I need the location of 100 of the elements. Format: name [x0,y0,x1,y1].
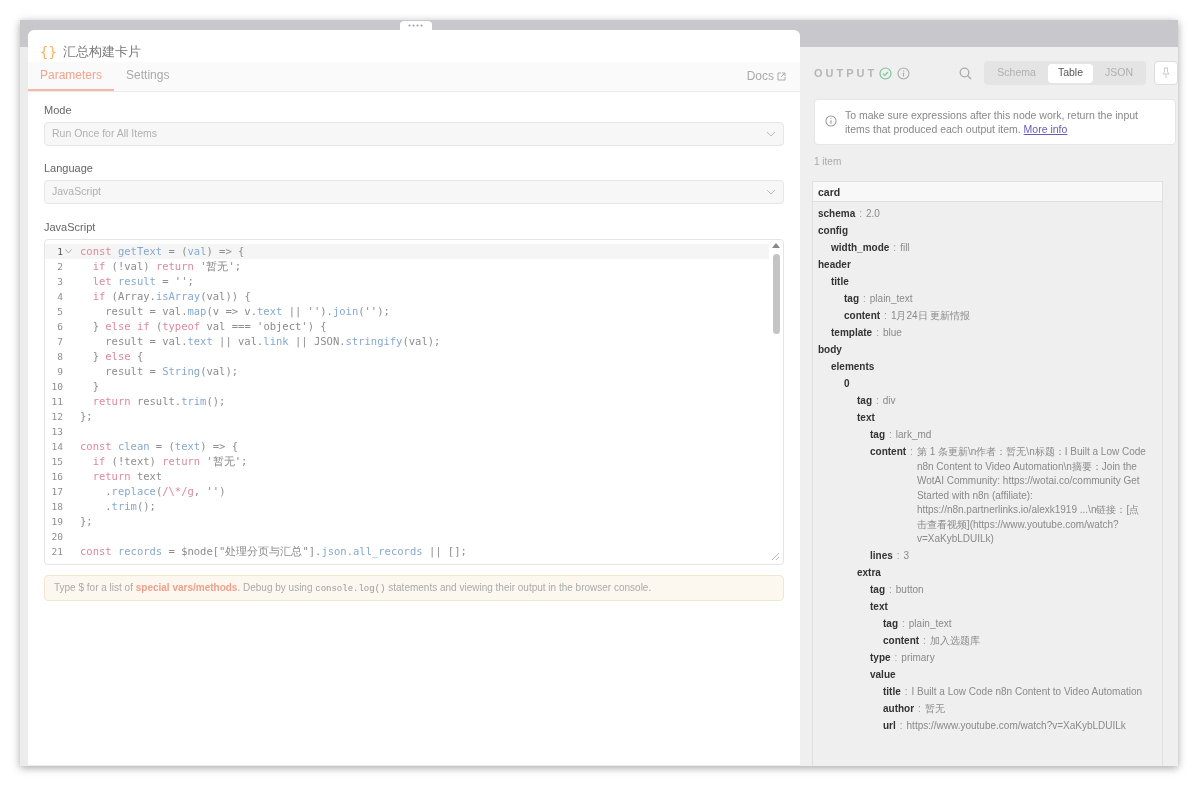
line-number: 14 [51,440,63,454]
drag-handle[interactable] [400,21,432,30]
resize-icon[interactable] [771,552,780,561]
item-count: 1 item [814,155,843,169]
line-number: 18 [51,500,63,514]
tree-value: I Built a Low Code n8n Content to Video Automation [911,685,1144,700]
pin-icon [1162,67,1170,79]
line-number: 21 [51,545,63,559]
code-line: if (!val) return '暂无'; [91,259,242,274]
separator: : [898,719,904,734]
field-label: Mode [44,103,73,118]
code-line: } else { [91,349,144,364]
search-icon[interactable] [959,66,973,80]
scroll-up-icon[interactable] [772,242,780,248]
tree-key: tag [870,428,885,443]
tree-value: 1月24日 更新情报 [890,309,972,324]
code-line: return result.trim(); [91,394,226,409]
code-line: result = val.map(v => v.text || '').join(''); [104,304,390,319]
success-check-icon [879,66,893,80]
line-number: 6 [57,320,63,334]
tree-value: lark_md [895,428,933,443]
separator: : [922,634,927,649]
fold-chevron-icon[interactable] [65,249,72,254]
separator: : [875,326,880,341]
hint-text: Type $ for a list of special vars/methods. Debug by using console.log() statements and viewing their output in the browser console. [54,580,652,596]
select-field[interactable]: JavaScript [44,180,784,204]
tree-value: https://www.youtube.com/watch?v=XaKybLDUILk [906,719,1127,734]
tree-key: tag [883,617,898,632]
separator: : [895,549,901,564]
output-heading: OUTPUT [814,65,878,81]
docs-link[interactable]: Docs [746,61,786,91]
line-number: 15 [51,455,63,469]
tree-key: width_mode [831,241,890,256]
code-braces-icon: {} [40,45,57,59]
tree-key: content [883,634,920,649]
notice-text: To make sure expressions after this node work, return the input items that produced each output item. More info [845,108,1139,136]
code-line: .trim(); [104,499,156,514]
separator: : [901,617,906,632]
select-field[interactable]: Run Once for All Items [44,122,784,146]
tree-value: div [882,394,897,409]
tree-key: text [870,600,888,615]
tree-value: 第 1 条更新\n作者：暂无\n标题：I Built a Low Code n8n Content to Video Automation\n摘要：Join the WotAI Community: https://wotai.co/community Get Started with n8n (affiliate): https://n8n.partnerlinks.io/alexk1919 ...\n链接：[点击查看视频](https://www.youtube.com/watch?v=XaKybLDUILk) [916,445,1146,547]
line-number: 8 [57,350,63,364]
separator: : [903,685,909,700]
code-line: }; [79,514,93,529]
tree-key: type [870,651,891,666]
tree-key: url [883,719,896,734]
tree-key: config [818,224,848,239]
pin-button[interactable] [1154,61,1178,85]
separator: : [888,428,893,443]
line-number: 9 [57,365,63,379]
tree-key: elements [831,360,875,375]
tree-value: 3 [903,549,911,564]
field-label: Language [44,161,94,176]
tree-key: tag [857,394,872,409]
tree-key: body [818,343,842,358]
column-header: card [813,182,1162,202]
tree-key: schema [818,207,856,222]
code-line: if (Array.isArray(val)) { [91,289,251,304]
external-link-icon [777,71,786,81]
info-icon [825,115,837,127]
more-info-link[interactable]: More info [1023,123,1068,135]
tree-key: tag [844,292,859,307]
code-editor[interactable] [44,239,784,565]
line-number: 4 [57,290,63,304]
info-icon[interactable] [897,66,911,80]
tree-key: content [870,445,907,460]
tab[interactable]: Parameters [28,61,115,91]
tree-key: value [870,668,896,683]
separator: : [917,702,922,717]
tree-value: blue [882,326,903,341]
tab[interactable]: Settings [114,61,182,91]
separator: : [909,445,914,460]
line-number: 1 [57,245,63,259]
line-number: 12 [51,410,63,424]
node-title: 汇总构建卡片 [62,43,141,62]
tree-value: 加入选题库 [929,634,981,649]
chevron-down-icon [766,189,776,195]
tree-value: 2.0 [866,207,881,222]
line-number: 16 [51,470,63,484]
tree-key: tag [870,583,885,598]
tree-key: content [844,309,881,324]
tree-value: plain_text [908,617,953,632]
tree-value: plain_text [869,292,914,307]
separator: : [875,394,880,409]
scrollbar-thumb[interactable] [772,254,780,334]
tree-key: extra [857,566,881,581]
line-number: 11 [51,395,63,409]
line-number: 2 [57,260,63,274]
view-tab[interactable]: Table [1047,63,1093,83]
tree-key: title [883,685,901,700]
tree-value: button [895,583,925,598]
separator: : [893,651,899,666]
code-line: if (!text) return '暂无'; [91,454,248,469]
separator: : [883,309,888,324]
code-line: const records = $node["处理分页与汇总"].json.all_records || []; [79,544,467,559]
tree-key: 0 [844,377,850,392]
code-line: return text [91,469,163,484]
code-line: result = String(val); [104,364,239,379]
tree-key: lines [870,549,893,564]
